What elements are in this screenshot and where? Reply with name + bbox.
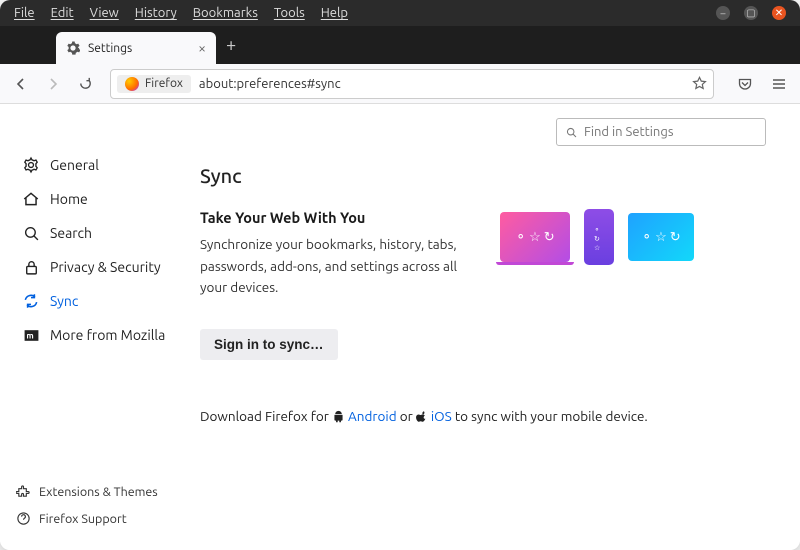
main-panel: Find in Settings Sync Take Your Web With…	[200, 104, 800, 550]
sidebar-item-search[interactable]: Search	[16, 216, 200, 250]
window-minimize-button[interactable]: –	[716, 6, 730, 20]
ios-link[interactable]: iOS	[431, 408, 452, 424]
forward-button[interactable]	[40, 71, 66, 97]
android-icon	[332, 410, 345, 423]
lock-icon	[22, 258, 40, 276]
menubar: File Edit View History Bookmarks Tools H…	[0, 0, 800, 26]
menu-help[interactable]: Help	[313, 4, 356, 22]
sidebar-item-home[interactable]: Home	[16, 182, 200, 216]
settings-sidebar: General Home Search Privacy & Security S…	[0, 104, 200, 550]
sidebar-item-general[interactable]: General	[16, 148, 200, 182]
tab-settings[interactable]: Settings ×	[56, 32, 216, 64]
window-maximize-button[interactable]: ▢	[744, 6, 758, 20]
pocket-icon[interactable]	[732, 71, 758, 97]
sidebar-item-more-mozilla[interactable]: m More from Mozilla	[16, 318, 200, 352]
svg-text:m: m	[26, 330, 33, 340]
apple-icon	[416, 410, 428, 423]
reload-button[interactable]	[72, 71, 98, 97]
laptop-icon: ⚬ ☆ ↻	[500, 212, 570, 262]
svg-text:☆: ☆	[594, 244, 600, 252]
url-bar[interactable]: Firefox about:preferences#sync	[110, 69, 714, 99]
back-button[interactable]	[8, 71, 34, 97]
menu-file[interactable]: File	[6, 4, 43, 22]
mozilla-icon: m	[22, 326, 40, 344]
new-tab-button[interactable]: +	[226, 35, 236, 55]
app-menu-button[interactable]	[766, 71, 792, 97]
download-line: Download Firefox for Android or iOS to s…	[200, 408, 766, 424]
tablet-icon: ⚬ ☆ ↻	[628, 213, 694, 261]
window-close-button[interactable]: ✕	[772, 6, 786, 20]
menu-edit[interactable]: Edit	[43, 4, 82, 22]
sidebar-item-sync[interactable]: Sync	[16, 284, 200, 318]
sign-in-button[interactable]: Sign in to sync…	[200, 329, 338, 360]
sidebar-link-extensions[interactable]: Extensions & Themes	[16, 480, 158, 503]
hero-heading: Take Your Web With You	[200, 209, 480, 226]
tab-title: Settings	[88, 42, 132, 55]
url-text[interactable]: about:preferences#sync	[199, 77, 692, 91]
devices-illustration: ⚬ ☆ ↻ ⚬↻☆ ⚬ ☆ ↻	[500, 209, 694, 265]
toolbar: Firefox about:preferences#sync	[0, 64, 800, 104]
menu-view[interactable]: View	[82, 4, 127, 22]
firefox-icon	[125, 77, 139, 91]
sidebar-link-support[interactable]: Firefox Support	[16, 507, 158, 530]
search-icon	[565, 126, 578, 139]
svg-text:↻: ↻	[594, 235, 600, 243]
menu-tools[interactable]: Tools	[266, 4, 313, 22]
gear-icon	[66, 41, 80, 55]
section-title: Sync	[200, 164, 766, 187]
question-icon	[16, 511, 31, 526]
tab-strip: Settings × +	[0, 26, 800, 64]
sidebar-item-privacy[interactable]: Privacy & Security	[16, 250, 200, 284]
search-icon	[22, 224, 40, 242]
puzzle-icon	[16, 484, 31, 499]
bookmark-star-icon[interactable]	[692, 76, 707, 91]
gear-icon	[22, 156, 40, 174]
sync-icon	[22, 292, 40, 310]
settings-search-input[interactable]: Find in Settings	[556, 118, 766, 146]
close-icon[interactable]: ×	[198, 40, 206, 56]
menu-history[interactable]: History	[127, 4, 185, 22]
svg-text:⚬: ⚬	[594, 226, 600, 234]
menu-bookmarks[interactable]: Bookmarks	[185, 4, 266, 22]
site-identity[interactable]: Firefox	[117, 75, 191, 93]
home-icon	[22, 190, 40, 208]
phone-icon: ⚬↻☆	[584, 209, 614, 265]
android-link[interactable]: Android	[348, 408, 397, 424]
hero-description: Synchronize your bookmarks, history, tab…	[200, 234, 480, 299]
